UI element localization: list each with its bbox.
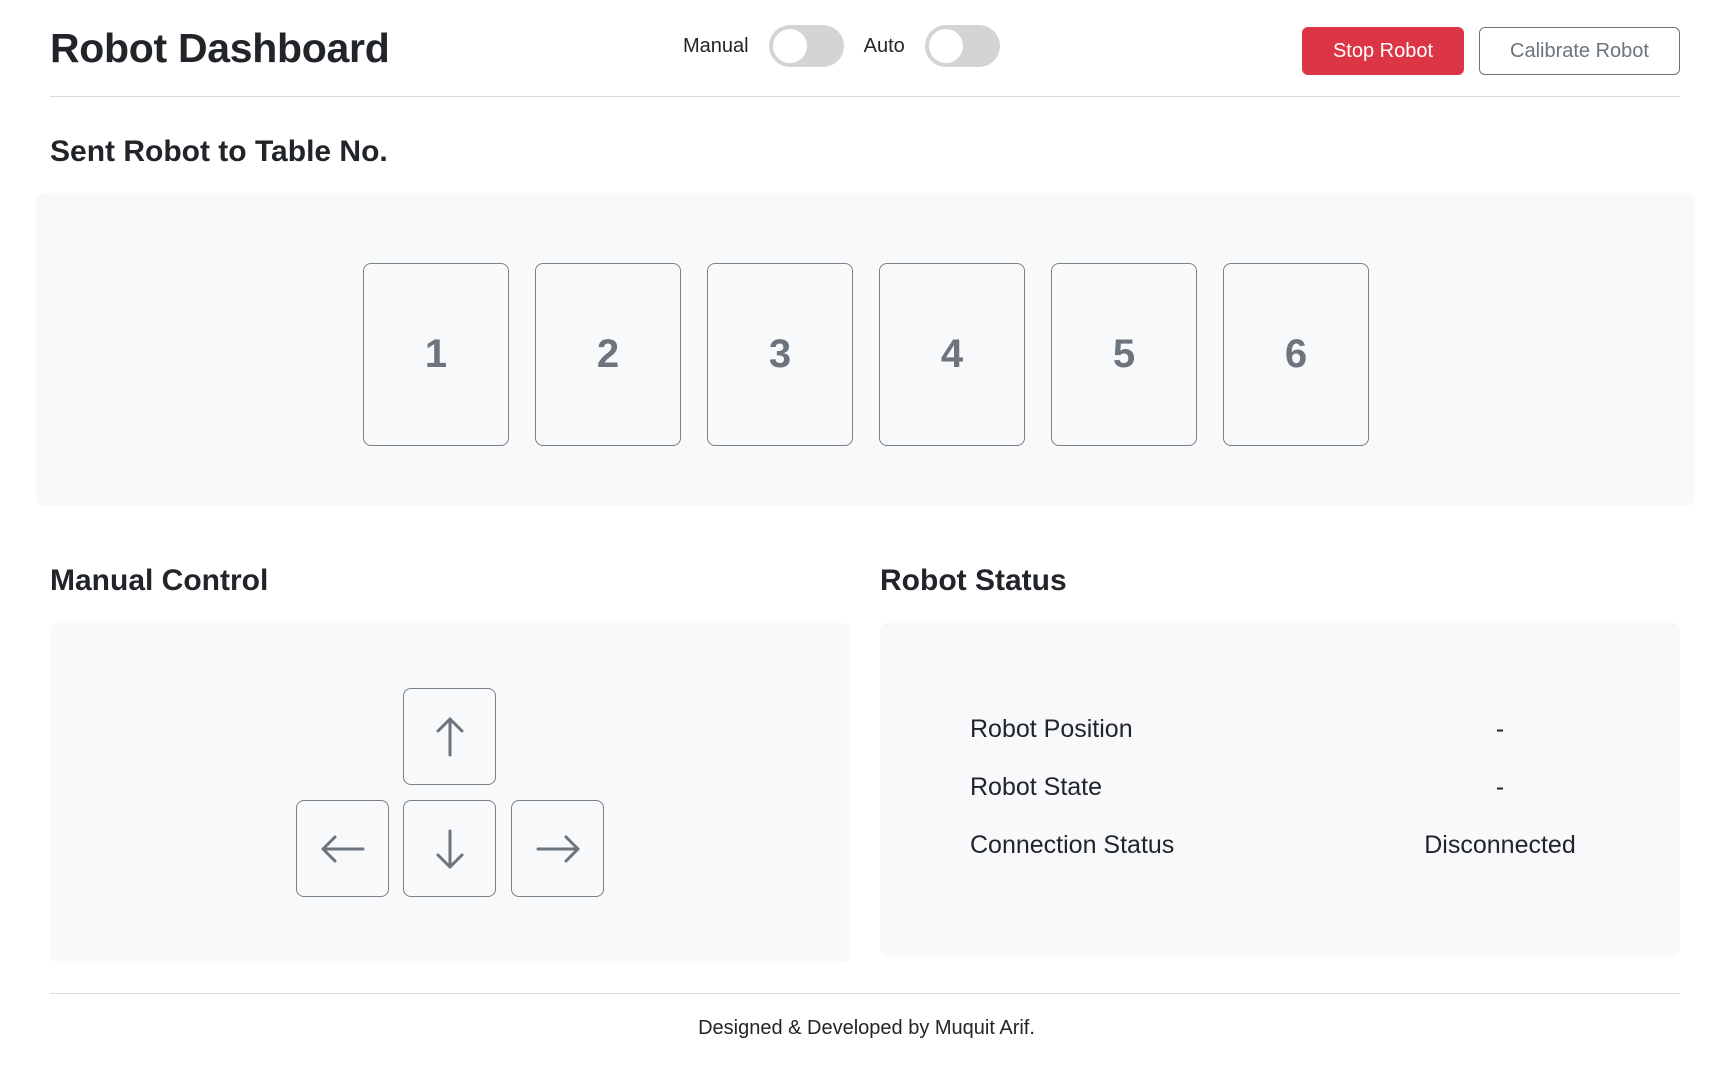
status-table: Robot Position - Robot State - Connectio… <box>970 700 1610 874</box>
arrow-left-icon <box>321 835 364 862</box>
status-value: - <box>1495 714 1505 743</box>
move-up-button[interactable] <box>403 688 496 785</box>
arrow-down-icon <box>436 829 463 868</box>
tables-panel <box>36 193 1695 506</box>
auto-switch-label: Auto <box>863 34 905 57</box>
status-row-state: Robot State - <box>970 758 1610 816</box>
arrow-up-icon <box>436 717 463 756</box>
toggle-knob <box>772 29 807 63</box>
table-button-3[interactable]: 3 <box>707 263 853 446</box>
table-button-2[interactable]: 2 <box>535 263 681 446</box>
table-button-4[interactable]: 4 <box>879 263 1025 446</box>
auto-mode-toggle[interactable] <box>924 25 1000 67</box>
status-label: Robot State <box>970 772 1103 801</box>
manual-switch-label: Manual <box>683 34 749 57</box>
move-left-button[interactable] <box>296 800 389 897</box>
manual-mode-toggle[interactable] <box>768 25 844 67</box>
header-divider <box>50 96 1680 97</box>
footer-divider <box>50 993 1680 994</box>
table-button-1[interactable]: 1 <box>363 263 509 446</box>
status-row-position: Robot Position - <box>970 700 1610 758</box>
status-row-connection: Connection Status Disconnected <box>970 816 1610 874</box>
manual-control-panel <box>50 623 850 963</box>
move-right-button[interactable] <box>511 800 604 897</box>
calibrate-robot-button[interactable]: Calibrate Robot <box>1479 27 1680 75</box>
page-title: Robot Dashboard <box>50 25 390 71</box>
stop-robot-button[interactable]: Stop Robot <box>1302 27 1464 75</box>
move-down-button[interactable] <box>403 800 496 897</box>
status-label: Connection Status <box>970 830 1175 859</box>
robot-dashboard-page: Robot Dashboard Manual Auto Stop Robot C… <box>0 0 1733 1066</box>
robot-status-title: Robot Status <box>880 564 1067 597</box>
tables-section-title: Sent Robot to Table No. <box>50 135 388 168</box>
status-value: - <box>1495 772 1505 801</box>
manual-control-title: Manual Control <box>50 564 269 597</box>
mode-switches: Manual Auto <box>683 24 1020 68</box>
status-label: Robot Position <box>970 714 1133 743</box>
connection-status-value: Disconnected <box>1424 830 1576 859</box>
toggle-knob <box>928 29 963 63</box>
table-button-5[interactable]: 5 <box>1051 263 1197 446</box>
arrow-right-icon <box>536 835 579 862</box>
footer-credit: Designed & Developed by Muquit Arif. <box>698 1017 1035 1039</box>
table-button-6[interactable]: 6 <box>1223 263 1369 446</box>
